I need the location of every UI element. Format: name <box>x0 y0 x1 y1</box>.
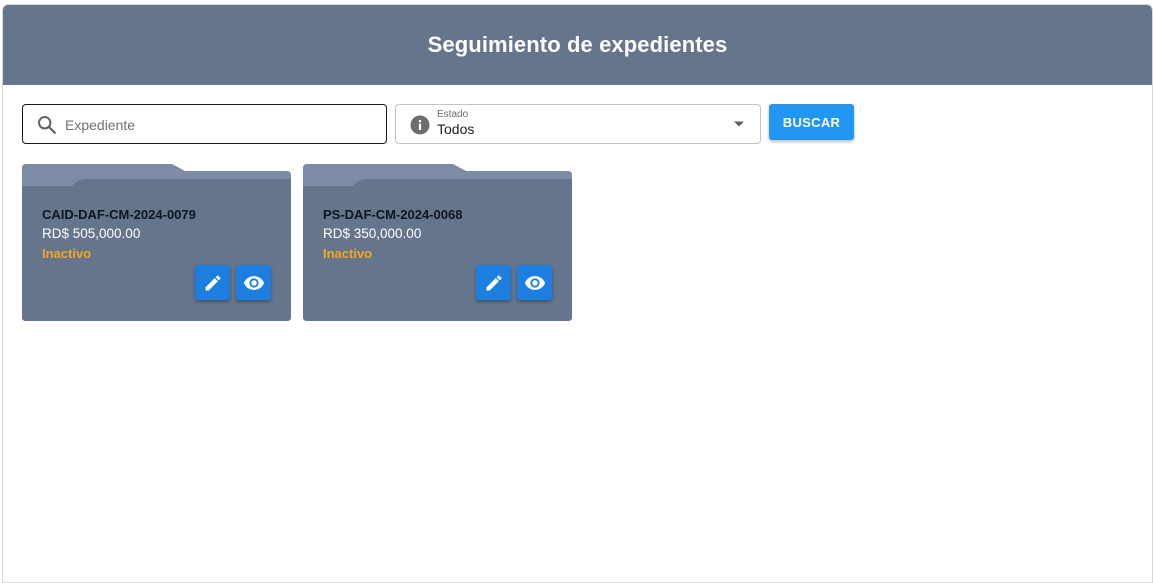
eye-icon <box>243 275 264 290</box>
status-badge: Inactivo <box>42 246 92 261</box>
expediente-amount: RD$ 350,000.00 <box>323 226 422 241</box>
edit-button[interactable] <box>195 265 230 300</box>
estado-label: Estado <box>437 109 469 120</box>
page-title: Seguimiento de expedientes <box>427 32 728 57</box>
info-icon <box>410 115 430 135</box>
expediente-amount: RD$ 505,000.00 <box>42 226 141 241</box>
buscar-button[interactable]: BUSCAR <box>769 104 854 140</box>
expediente-code: CAID-DAF-CM-2024-0079 <box>42 207 196 222</box>
edit-button[interactable] <box>476 265 511 300</box>
pencil-icon <box>205 274 221 290</box>
view-button[interactable] <box>236 265 271 300</box>
expediente-card: CAID-DAF-CM-2024-0079 RD$ 505,000.00 Ina… <box>22 164 291 321</box>
pencil-icon <box>486 274 502 290</box>
chevron-down-icon[interactable] <box>734 121 744 127</box>
app-window: Seguimiento de expedientes Estado Todos … <box>2 4 1153 583</box>
eye-icon <box>524 275 545 290</box>
expediente-code: PS-DAF-CM-2024-0068 <box>323 207 463 222</box>
status-badge: Inactivo <box>323 246 373 261</box>
search-icon <box>38 116 56 134</box>
expediente-search-field[interactable] <box>22 104 387 144</box>
search-input[interactable] <box>63 111 367 139</box>
estado-value: Todos <box>437 121 475 137</box>
view-button[interactable] <box>517 265 552 300</box>
estado-select[interactable]: Estado Todos <box>395 104 761 144</box>
expediente-card: PS-DAF-CM-2024-0068 RD$ 350,000.00 Inact… <box>303 164 572 321</box>
page-header: Seguimiento de expedientes <box>3 5 1152 85</box>
